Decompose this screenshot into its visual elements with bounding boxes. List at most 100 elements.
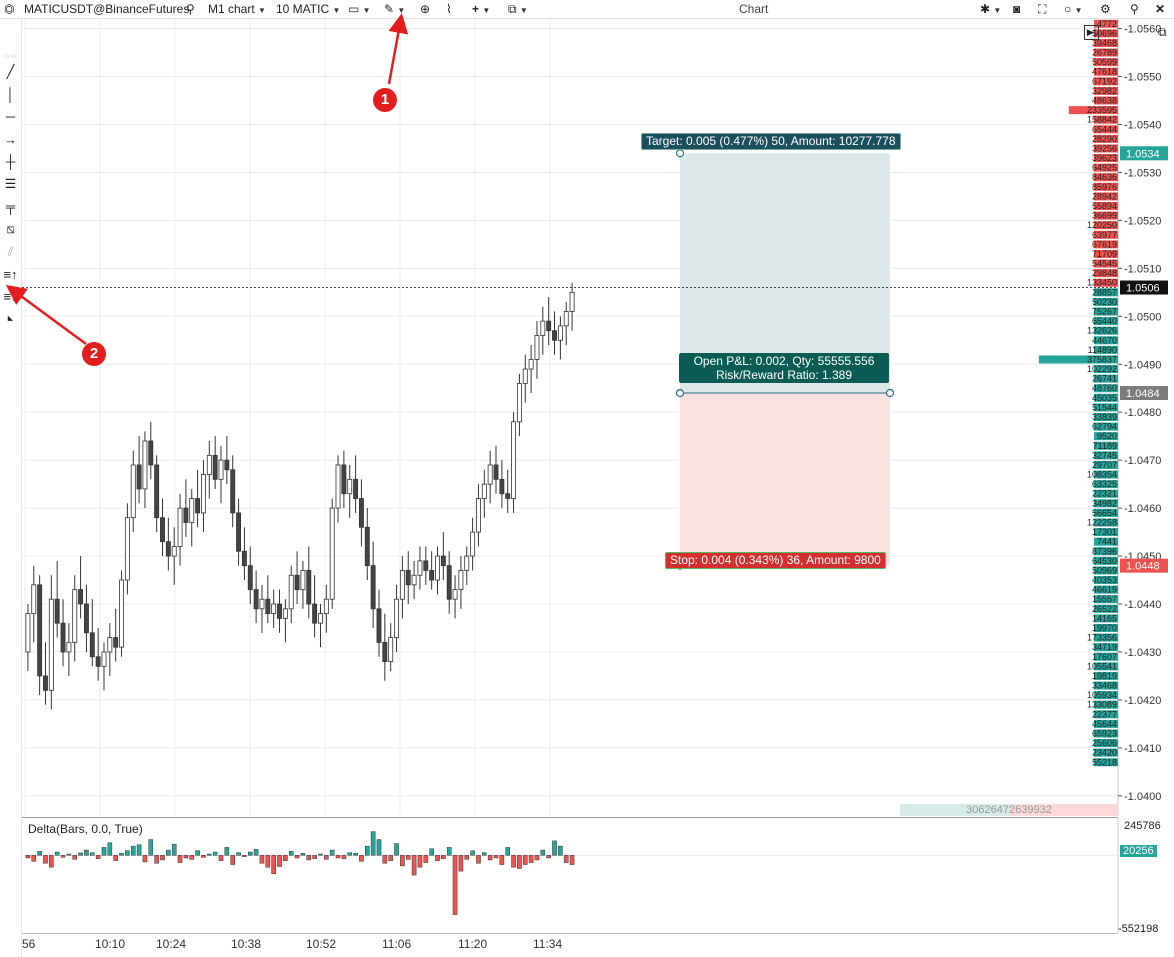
ray-arrow-icon[interactable]: →	[2, 132, 19, 148]
add-icon[interactable]: + ▼	[472, 1, 490, 19]
dom-volume-value: 26789	[1092, 48, 1117, 58]
candle-body	[476, 498, 481, 533]
candle-body	[470, 531, 476, 557]
candle-body	[130, 464, 136, 519]
volume-selector[interactable]: 10 MATIC ▼	[276, 1, 340, 19]
delta-bar	[487, 855, 493, 861]
drag-handle-icon[interactable]: ⁘⁘	[2, 49, 19, 65]
dom-volume-value: 32745	[1092, 450, 1117, 460]
candle-body	[119, 579, 124, 648]
dom-volume-value: 65440	[1092, 316, 1117, 326]
delta-bar	[265, 855, 271, 868]
open-pnl-label[interactable]: Open P&L: 0.002, Qty: 55555.556 Risk/Rew…	[679, 353, 889, 383]
crosshair-icon[interactable]: ✱ ▼	[980, 1, 1001, 19]
dom-volume-value: 46619	[1092, 585, 1117, 595]
delta-bar	[277, 855, 282, 867]
delta-bar	[517, 855, 522, 869]
delta-bar	[458, 855, 464, 872]
delta-bar	[335, 855, 341, 859]
candle-body	[557, 325, 563, 341]
theme-circle-icon[interactable]: ○ ▼	[1064, 1, 1083, 19]
search-icon[interactable]: ⚲	[186, 1, 195, 17]
price-tick-label: -1.0470	[1124, 455, 1161, 467]
delta-bar	[359, 855, 364, 862]
channel-icon[interactable]: ⫽	[2, 244, 19, 260]
delta-bar	[113, 855, 118, 861]
close-icon[interactable]: ✕	[1155, 1, 1165, 17]
screenshot-icon[interactable]: ◙	[1013, 1, 1020, 17]
vertical-line-icon[interactable]: │	[2, 87, 19, 103]
main-chart[interactable]: -1.0560 -1.0550 -1.0540 -1.0530 -1.0520 -1.05…	[22, 19, 1174, 815]
indicators-icon[interactable]: ⌇	[446, 1, 452, 17]
short-position-icon[interactable]: ≡↓	[2, 289, 19, 305]
delta-bar	[43, 855, 48, 864]
delta-indicator-chart[interactable]	[22, 818, 1174, 933]
candle-body	[218, 459, 224, 480]
expand-arrow-icon[interactable]: ◣	[2, 311, 19, 327]
delta-bar	[78, 852, 83, 856]
stop-price-badge: 1.0448	[1126, 561, 1160, 573]
dom-volume-value: 45644	[1092, 719, 1117, 729]
candle-body	[253, 589, 259, 610]
stop-label[interactable]: Stop: 0.004 (0.343%) 36, Amount: 9800	[665, 552, 886, 569]
corner-expand-icon[interactable]: ⧉	[1158, 25, 1167, 40]
target-label[interactable]: Target: 0.005 (0.477%) 50, Amount: 10277…	[641, 133, 901, 150]
fibonacci-icon[interactable]: ☰	[2, 176, 19, 192]
dom-volume-value: 34719	[1092, 642, 1117, 652]
candle-body	[481, 483, 487, 499]
indicator-name[interactable]: Delta(Bars, 0.0, True)	[28, 822, 143, 836]
chart-type-icon[interactable]: ▭ ▼	[348, 1, 371, 19]
timeframe-selector[interactable]: M1 chart ▼	[208, 1, 266, 19]
candle-body	[183, 507, 189, 523]
candle-body	[312, 603, 318, 624]
dom-volume-value: 7441	[1097, 537, 1117, 547]
zoom-icon[interactable]: ⊕	[420, 1, 430, 17]
candle-body	[241, 550, 247, 567]
time-label: 10:24	[156, 937, 187, 951]
settings-icon[interactable]: ⚙	[1100, 1, 1111, 17]
pitchfork-icon[interactable]: ╤	[2, 199, 19, 215]
play-forward-icon[interactable]: ▶|	[1084, 25, 1099, 40]
fullscreen-icon[interactable]: ⛶	[1038, 1, 1046, 17]
delta-bar	[136, 844, 142, 856]
dom-volume-value: 26522	[1092, 604, 1117, 614]
delta-bar	[49, 855, 54, 868]
delta-bar	[230, 855, 236, 865]
window-title: Chart	[739, 2, 769, 16]
candle-body	[411, 574, 417, 586]
candle-body	[271, 603, 277, 615]
dom-volume-value: 17301	[1092, 527, 1117, 537]
dom-volume-value: 28290	[1092, 134, 1117, 144]
candle-body	[43, 675, 48, 691]
candle-body	[435, 555, 440, 581]
candle-body	[464, 555, 470, 571]
trend-line-icon[interactable]: ╱	[2, 64, 19, 80]
dom-volume-value: 4772	[1097, 19, 1117, 29]
dom-volume-value: 45035	[1092, 393, 1117, 403]
layout-icon[interactable]: ⧉ ▼	[508, 1, 528, 19]
price-tick-label: -1.0510	[1124, 263, 1161, 275]
dom-volume-value: 132626	[1087, 326, 1117, 336]
delta-bar	[364, 845, 370, 856]
symbol-selector[interactable]: MATICUSDT@BinanceFutures	[24, 1, 189, 17]
indicator-current-value: 20256	[1120, 845, 1157, 857]
delta-bar	[242, 855, 247, 857]
cross-line-icon[interactable]: ┼	[2, 154, 19, 170]
drawing-pencil-icon[interactable]: ✎ ▼	[384, 1, 405, 19]
delta-bar	[37, 851, 42, 856]
horizontal-line-icon[interactable]: ─	[2, 109, 19, 125]
ruler-icon[interactable]: ⧅	[2, 221, 19, 237]
long-position-icon[interactable]: ≡↑	[2, 267, 19, 283]
candle-body	[306, 570, 312, 605]
price-tick-label: -1.0440	[1124, 599, 1161, 611]
price-tick-label: -1.0400	[1124, 791, 1161, 803]
candle-body	[505, 493, 511, 499]
price-tick-label: -1.0460	[1124, 503, 1161, 515]
dom-volume-value: 19819	[1092, 671, 1117, 681]
pin-icon[interactable]: ⚲	[1130, 1, 1139, 17]
dom-volume-value: 34982	[1092, 498, 1117, 508]
candle-body	[212, 454, 218, 480]
delta-bar	[505, 847, 511, 856]
delta-bar	[148, 839, 154, 856]
time-label: 10:38	[231, 937, 262, 951]
